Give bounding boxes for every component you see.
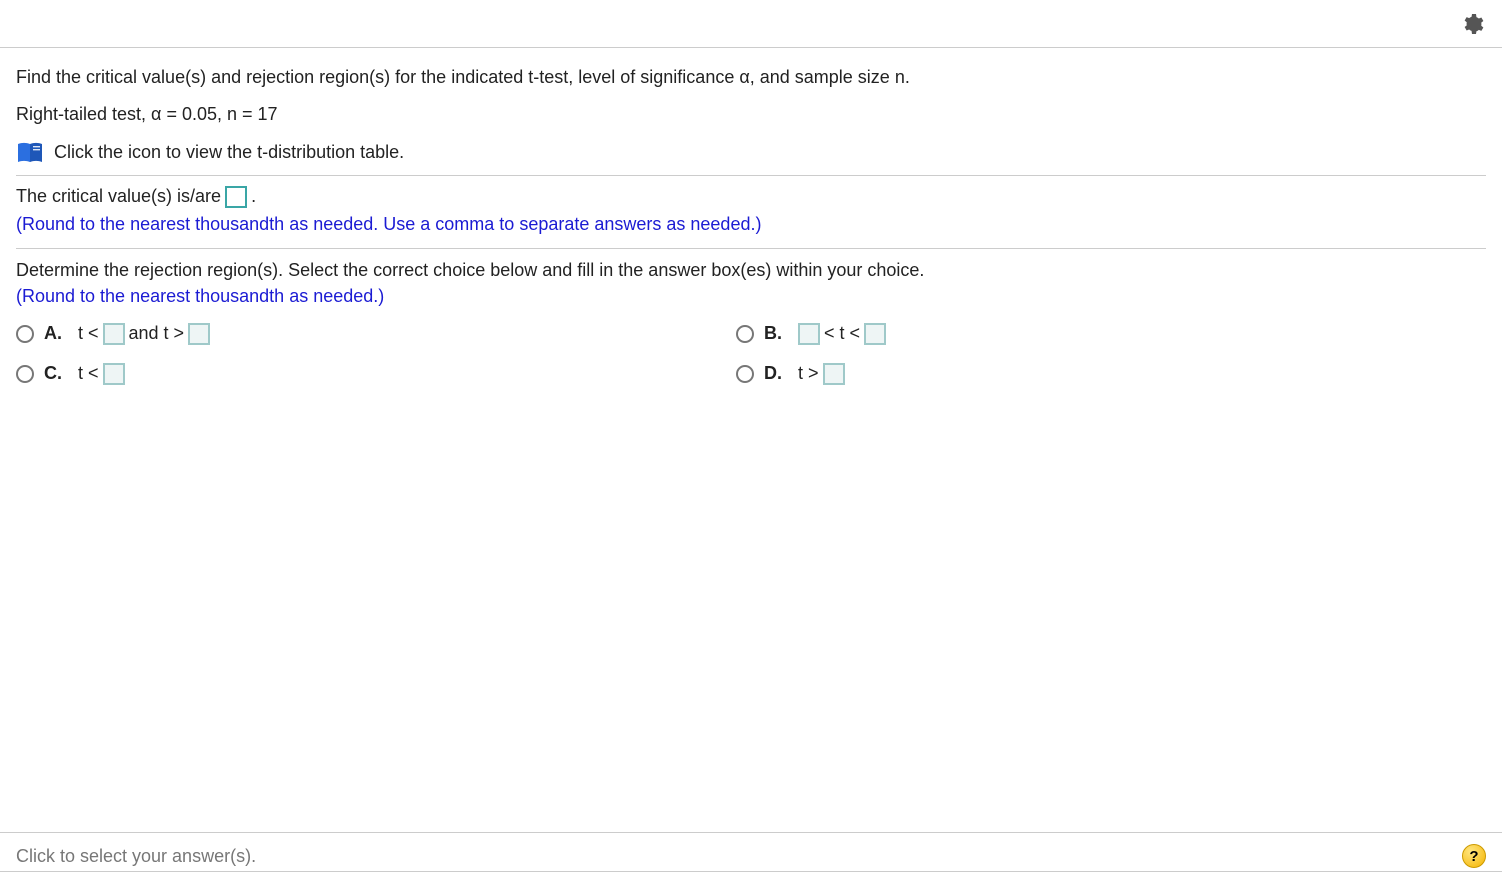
choice-D-label: D.	[764, 363, 788, 384]
divider-1	[16, 175, 1486, 176]
question-content: Find the critical value(s) and rejection…	[0, 48, 1502, 385]
choice-A-label: A.	[44, 323, 68, 344]
critical-value-prefix: The critical value(s) is/are	[16, 186, 221, 207]
choice-A-seg1: t <	[78, 323, 99, 344]
choice-B-label: B.	[764, 323, 788, 344]
radio-C[interactable]	[16, 365, 34, 383]
choice-B-expr: < t <	[798, 323, 886, 345]
choice-D[interactable]: D. t >	[736, 363, 1436, 385]
top-bar	[0, 0, 1502, 48]
choice-C-label: C.	[44, 363, 68, 384]
critical-value-suffix: .	[251, 186, 256, 207]
choice-C-seg1: t <	[78, 363, 99, 384]
choice-A-input2[interactable]	[188, 323, 210, 345]
help-icon[interactable]: ?	[1462, 844, 1486, 868]
radio-D[interactable]	[736, 365, 754, 383]
choice-B[interactable]: B. < t <	[736, 323, 1436, 345]
choice-C-input1[interactable]	[103, 363, 125, 385]
footer-prompt: Click to select your answer(s).	[16, 846, 256, 867]
table-link-text[interactable]: Click the icon to view the t-distributio…	[54, 142, 404, 163]
choice-A-expr: t < and t >	[78, 323, 210, 345]
choice-D-seg1: t >	[798, 363, 819, 384]
problem-given: Right-tailed test, α = 0.05, n = 17	[16, 103, 1486, 126]
divider-2	[16, 248, 1486, 249]
choices-grid: A. t < and t > B. < t < C. t <	[16, 323, 1486, 385]
choice-C-expr: t <	[78, 363, 125, 385]
choice-D-input1[interactable]	[823, 363, 845, 385]
critical-value-input[interactable]	[225, 186, 247, 208]
choice-A-mid: and t >	[129, 323, 185, 344]
gear-icon[interactable]	[1460, 12, 1484, 36]
choice-A[interactable]: A. t < and t >	[16, 323, 716, 345]
choice-B-mid: < t <	[824, 323, 860, 344]
choice-B-input1[interactable]	[798, 323, 820, 345]
rejection-region-prompt: Determine the rejection region(s). Selec…	[16, 259, 1486, 282]
radio-B[interactable]	[736, 325, 754, 343]
critical-value-line: The critical value(s) is/are .	[16, 186, 1486, 208]
radio-A[interactable]	[16, 325, 34, 343]
rejection-region-instruction: (Round to the nearest thousandth as need…	[16, 284, 1486, 308]
problem-statement: Find the critical value(s) and rejection…	[16, 66, 1486, 89]
book-icon[interactable]	[16, 141, 44, 165]
choice-B-input2[interactable]	[864, 323, 886, 345]
choice-C[interactable]: C. t <	[16, 363, 716, 385]
choice-D-expr: t >	[798, 363, 845, 385]
footer-bar: Click to select your answer(s). ?	[0, 832, 1502, 872]
choice-A-input1[interactable]	[103, 323, 125, 345]
help-icon-glyph: ?	[1469, 848, 1478, 865]
critical-value-instruction: (Round to the nearest thousandth as need…	[16, 212, 1486, 236]
